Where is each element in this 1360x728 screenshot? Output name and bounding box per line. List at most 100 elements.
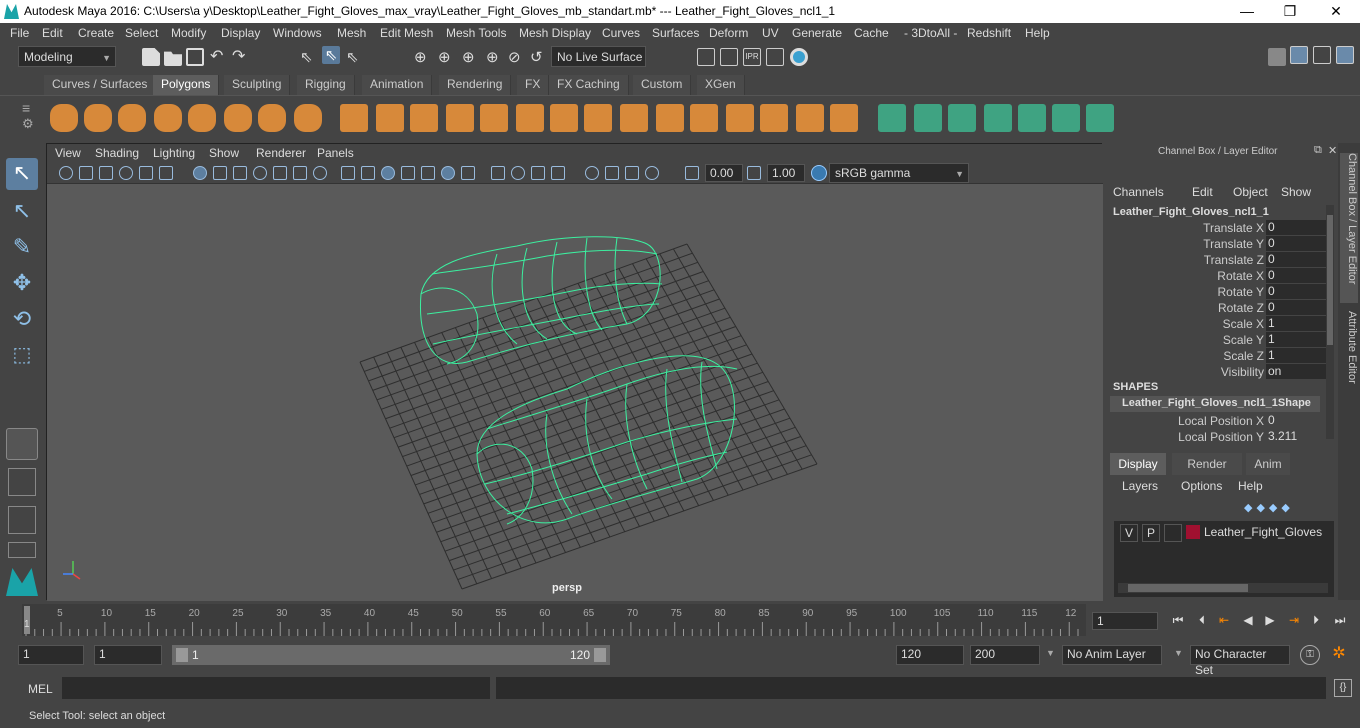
outliner-layout-icon[interactable] <box>8 506 36 534</box>
attr-row-scale-x[interactable]: Scale X1 <box>1110 316 1326 332</box>
layer-action-icons[interactable]: ◆◆◆◆ <box>1244 501 1334 514</box>
separate-icon[interactable] <box>376 104 404 132</box>
poly-pipe-icon[interactable] <box>294 104 322 132</box>
current-frame-field[interactable]: 1 <box>1092 612 1158 630</box>
attr-row-translate-z[interactable]: Translate Z0 <box>1110 252 1326 268</box>
smooth-shade-icon[interactable] <box>361 166 375 180</box>
target-weld-icon[interactable] <box>584 104 612 132</box>
scrollbar-thumb[interactable] <box>1327 215 1333 345</box>
render-settings-icon[interactable] <box>697 48 715 66</box>
menu-select[interactable]: Select <box>125 26 158 40</box>
menu-uv[interactable]: UV <box>762 26 779 40</box>
attr-row-visibility[interactable]: Visibility on <box>1110 364 1326 380</box>
film-gate-icon[interactable] <box>213 166 227 180</box>
xray-icon[interactable] <box>585 166 599 180</box>
layer-row[interactable]: V P Leather_Fight_Gloves <box>1118 524 1332 542</box>
character-set-field[interactable]: No Character Set <box>1190 645 1290 677</box>
menu-curves[interactable]: Curves <box>602 26 640 40</box>
motion-blur-icon[interactable] <box>491 166 505 180</box>
channel-menu-channels[interactable]: Channels <box>1113 185 1164 199</box>
menu-modify[interactable]: Modify <box>171 26 206 40</box>
gamma-field[interactable]: 1.00 <box>767 164 805 182</box>
color-management-icon[interactable] <box>811 165 827 181</box>
float-panel-icon[interactable]: ⧉ <box>1314 144 1322 157</box>
mode-selector[interactable]: Modeling ▼ <box>18 46 116 67</box>
smooth-icon[interactable] <box>410 104 438 132</box>
use-lights-icon[interactable] <box>421 166 435 180</box>
layer-menu-help[interactable]: Help <box>1238 479 1263 493</box>
select-hierarchy-icon[interactable]: ⇖ <box>300 48 318 66</box>
shadows-icon[interactable] <box>441 166 455 180</box>
perspective-viewport[interactable]: View Shading Lighting Show Renderer Panels 0.… <box>46 143 1103 601</box>
time-slider[interactable]: 5 10 15 20 25 30 35 40 45 50 55 60 65 70 75 80 85 90 95 100… <box>0 604 1360 636</box>
auto-key-icon[interactable]: ⚿ <box>1300 645 1320 665</box>
attr-row-rotate-z[interactable]: Rotate Z0 <box>1110 300 1326 316</box>
toggle-attribute-editor-icon[interactable] <box>1313 46 1331 64</box>
gate-mask-icon[interactable] <box>253 166 267 180</box>
render-view-icon[interactable] <box>766 48 784 66</box>
menu-create[interactable]: Create <box>78 26 114 40</box>
tab-render[interactable]: Render <box>1172 453 1242 475</box>
close-button[interactable]: ✕ <box>1313 0 1359 23</box>
uv-planar-icon[interactable] <box>878 104 906 132</box>
layer-menu-layers[interactable]: Layers <box>1122 479 1158 493</box>
select-object-icon[interactable]: ⇖ <box>322 46 340 64</box>
xray-active-icon[interactable] <box>625 166 639 180</box>
mirror-icon[interactable] <box>796 104 824 132</box>
textured-icon[interactable] <box>401 166 415 180</box>
exposure-icon[interactable] <box>685 166 699 180</box>
xray-joints-icon[interactable] <box>605 166 619 180</box>
viewport-menu-shading[interactable]: Shading <box>95 146 139 160</box>
play-backwards-icon[interactable]: ◀ <box>1240 613 1256 627</box>
viewport-menu-renderer[interactable]: Renderer <box>256 146 306 160</box>
layer-display-type[interactable] <box>1164 524 1182 542</box>
attr-row-rotate-x[interactable]: Rotate X0 <box>1110 268 1326 284</box>
channel-scrollbar[interactable] <box>1326 205 1334 439</box>
lock-camera-icon[interactable] <box>79 166 93 180</box>
2d-pan-icon[interactable] <box>159 166 173 180</box>
step-back-key-icon[interactable]: ⏴ <box>1194 613 1210 627</box>
bevel-icon[interactable] <box>446 104 474 132</box>
attr-row-scale-z[interactable]: Scale Z1 <box>1110 348 1326 364</box>
camera-icon[interactable] <box>59 166 73 180</box>
playback-start-field[interactable]: 1 <box>94 645 162 665</box>
go-to-end-icon[interactable]: ⏭ <box>1332 613 1348 627</box>
attr-row-translate-x[interactable]: Translate X0 <box>1110 220 1326 236</box>
gamma-icon[interactable] <box>747 166 761 180</box>
new-scene-icon[interactable] <box>142 48 160 66</box>
lasso-tool-icon[interactable]: ↖ <box>6 196 38 228</box>
minimize-button[interactable]: — <box>1224 0 1270 23</box>
mel-input[interactable] <box>62 677 490 699</box>
tab-xgen[interactable]: XGen <box>697 75 745 95</box>
poly-cylinder-icon[interactable] <box>118 104 146 132</box>
step-forward-frame-icon[interactable]: ⇥ <box>1286 613 1302 627</box>
poly-cone-icon[interactable] <box>154 104 182 132</box>
snap-surface-icon[interactable]: ⊘ <box>508 48 526 66</box>
uv-unfold-icon[interactable] <box>1018 104 1046 132</box>
scene-view[interactable]: persp <box>47 184 1103 601</box>
play-forwards-icon[interactable]: ▶ <box>1262 613 1278 627</box>
attr-row-scale-y[interactable]: Scale Y1 <box>1110 332 1326 348</box>
scrollbar-thumb[interactable] <box>1128 584 1248 592</box>
uv-spherical-icon[interactable] <box>948 104 976 132</box>
uv-editor-icon[interactable] <box>1052 104 1080 132</box>
anim-layer-field[interactable]: No Anim Layer <box>1062 645 1162 665</box>
shape-row[interactable]: Leather_Fight_Gloves_ncl1_1Shape <box>1110 396 1320 412</box>
menu-windows[interactable]: Windows <box>273 26 322 40</box>
range-end-handle[interactable] <box>594 648 606 662</box>
redo-icon[interactable]: ↷ <box>232 48 250 66</box>
image-plane-icon[interactable] <box>119 166 133 180</box>
anti-aliasing-icon[interactable] <box>511 166 525 180</box>
uv-cylindrical-icon[interactable] <box>914 104 942 132</box>
poly-pyramid-icon[interactable] <box>258 104 286 132</box>
bridge-icon[interactable] <box>480 104 508 132</box>
range-start-handle[interactable] <box>176 648 188 662</box>
snap-curve-icon[interactable]: ⊕ <box>438 48 456 66</box>
menu-edit-mesh[interactable]: Edit Mesh <box>380 26 433 40</box>
ambient-occlusion-icon[interactable] <box>461 166 475 180</box>
attr-value[interactable]: 1 <box>1266 332 1326 347</box>
poly-torus-icon[interactable] <box>224 104 252 132</box>
tab-attribute-editor[interactable]: Attribute Editor <box>1340 311 1358 421</box>
script-editor-icon[interactable]: {} <box>1334 679 1352 697</box>
menu-file[interactable]: File <box>10 26 29 40</box>
